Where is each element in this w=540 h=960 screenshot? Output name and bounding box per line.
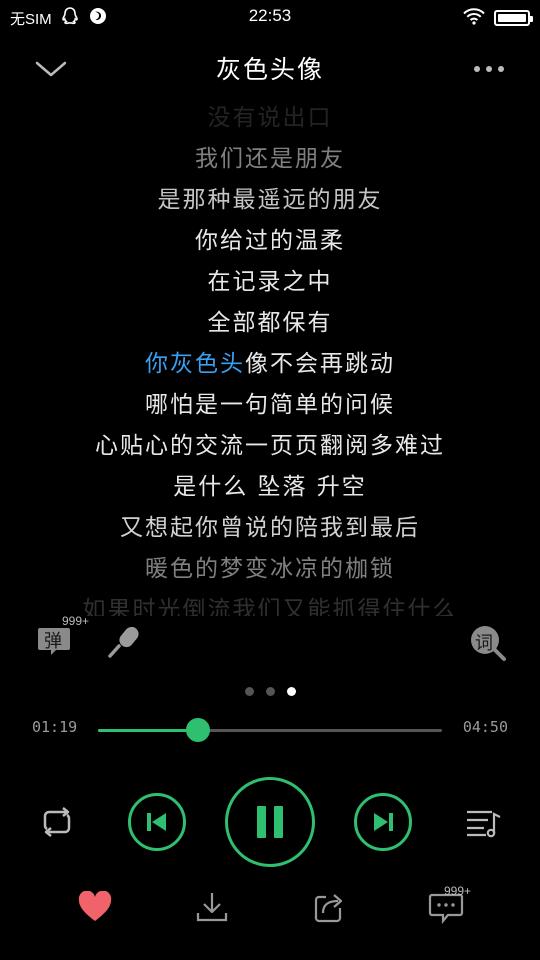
battery-icon bbox=[494, 10, 533, 26]
lyric-label: 词 bbox=[475, 633, 493, 654]
comment-badge: 999+ bbox=[444, 884, 472, 898]
next-icon bbox=[374, 813, 393, 831]
download-icon bbox=[196, 893, 228, 922]
share-icon bbox=[314, 894, 343, 923]
previous-button[interactable] bbox=[128, 793, 186, 851]
sing-button[interactable] bbox=[104, 622, 144, 662]
song-title: 灰色头像 bbox=[215, 55, 324, 84]
lyric-line: 在记录之中 bbox=[207, 269, 333, 295]
lyric-line: 你给过的温柔 bbox=[195, 228, 345, 254]
lyric-line: 暖色的梦变冰凉的枷锁 bbox=[145, 556, 395, 582]
next-button[interactable] bbox=[354, 793, 412, 851]
progress-fill bbox=[98, 729, 198, 732]
lyric-line: 是什么 坠落 升空 bbox=[173, 474, 367, 500]
page-indicator bbox=[0, 687, 540, 696]
danmu-label: 弹 bbox=[44, 631, 62, 652]
clock: 22:53 bbox=[248, 6, 292, 25]
status-right bbox=[462, 7, 533, 29]
download-button[interactable] bbox=[187, 884, 237, 930]
playlist-icon bbox=[467, 810, 501, 838]
lyric-line: 我们还是朋友 bbox=[195, 146, 345, 172]
page-dot bbox=[286, 687, 296, 696]
lyric-line: 没有说出口 bbox=[207, 105, 333, 131]
page-dot bbox=[244, 687, 254, 696]
lyric-line: 哪怕是一句简单的问候 bbox=[145, 392, 395, 418]
lyric-line: 如果时光倒流我们又能抓得住什么 bbox=[82, 597, 458, 616]
danmu-badge: 999+ bbox=[62, 614, 90, 628]
lyric-line: 你灰色头像不会再跳动 bbox=[0, 344, 540, 378]
lyric-button[interactable]: 词 bbox=[466, 622, 508, 662]
progress-thumb[interactable] bbox=[185, 718, 210, 742]
play-pause-button[interactable] bbox=[225, 777, 315, 867]
repeat-icon bbox=[43, 807, 71, 837]
lyric-highlight: 你灰色头 bbox=[145, 351, 245, 377]
playlist-button[interactable] bbox=[462, 802, 504, 842]
microphone-icon bbox=[108, 626, 139, 658]
pause-icon bbox=[257, 806, 283, 838]
lyric-rest: 像不会再跳动 bbox=[245, 351, 395, 377]
current-time: 01:19 bbox=[32, 718, 78, 736]
more-icon bbox=[474, 66, 504, 72]
lyric-line: 全部都保有 bbox=[207, 310, 333, 336]
share-button[interactable] bbox=[304, 884, 354, 930]
heart-icon bbox=[78, 891, 112, 921]
player-header: 灰色头像 bbox=[0, 44, 540, 94]
battery-fill bbox=[498, 14, 526, 22]
lyric-line: 是那种最遥远的朋友 bbox=[157, 187, 383, 213]
like-button[interactable] bbox=[70, 884, 120, 930]
more-button[interactable] bbox=[468, 52, 510, 86]
status-bar: 无SIM 22:53 bbox=[0, 0, 540, 36]
lyrics-panel[interactable]: 没有说出口我们还是朋友是那种最遥远的朋友 你给过的温柔 在记录之中全部都保有你灰色头… bbox=[0, 96, 540, 616]
progress-bar[interactable] bbox=[98, 718, 442, 742]
previous-icon bbox=[147, 813, 166, 831]
lyric-line: 又想起你曾说的陪我到最后 bbox=[120, 515, 420, 541]
page-dot bbox=[265, 687, 275, 696]
total-time: 04:50 bbox=[462, 718, 508, 736]
lyric-line: 心贴心的交流一页页翻阅多难过 bbox=[95, 433, 445, 459]
wifi-icon bbox=[462, 7, 486, 29]
repeat-button[interactable] bbox=[34, 802, 80, 842]
